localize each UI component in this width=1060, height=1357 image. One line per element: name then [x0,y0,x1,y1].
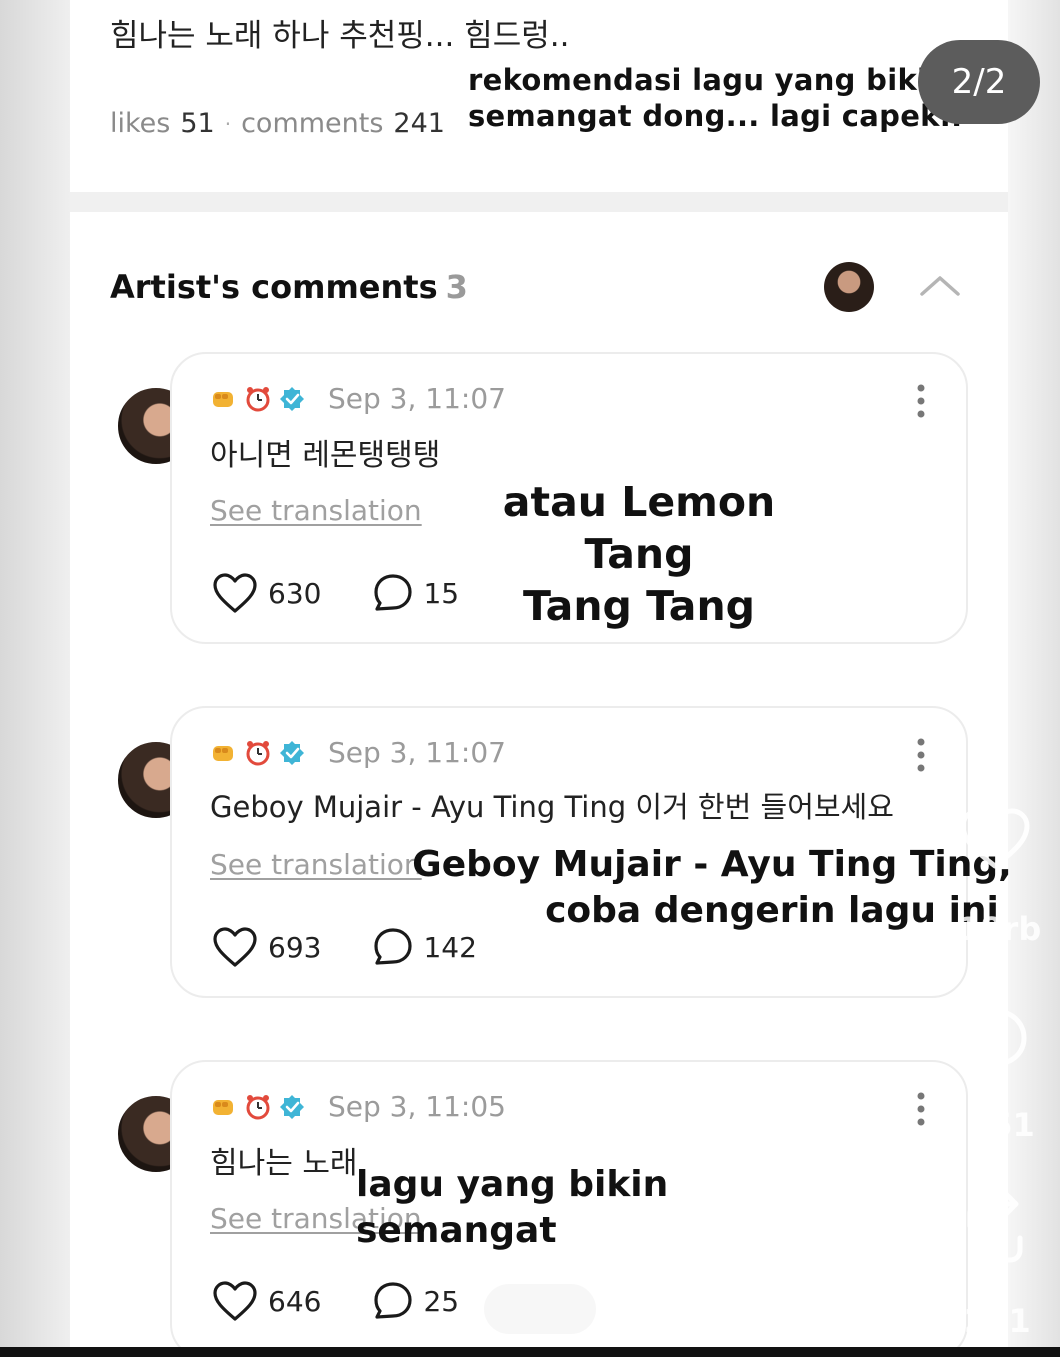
like-count: 630 [268,576,322,610]
side-share-count: 231 [964,1302,1031,1340]
reply-button[interactable]: 25 [373,1281,459,1321]
caption-line-2: semangat dong... lagi capek.. [468,99,963,133]
verified-badge-icon [280,1094,304,1119]
translation-overlay: lagu yang bikin semangat [356,1162,876,1254]
comment-text: 아니면 레몬탱탱탱 [210,438,441,473]
post-title: 힘나는 노래 하나 추천핑... 힘드렁.. [110,18,570,54]
heart-icon [213,573,257,613]
comment-meta: Sep 3, 11:07 [210,736,506,769]
comment-text: 힘나는 노래 [210,1146,358,1181]
like-count: 693 [268,930,322,964]
reply-count: 25 [423,1284,460,1318]
translation-overlay: atau Lemon Tang Tang Tang [446,476,832,632]
heart-icon[interactable] [958,806,1032,872]
likes-label: likes [110,108,171,139]
comments-label[interactable]: comments [241,108,383,139]
comment-date: Sep 3, 11:07 [328,382,506,415]
blurred-background-right [1008,0,1060,1357]
like-button[interactable]: 693 [212,926,321,968]
repost-icon[interactable] [958,1192,1032,1274]
side-comment-count: 151 [968,1106,1035,1144]
chevron-up-icon[interactable] [918,270,962,300]
blurred-pill [484,1284,596,1334]
comment-meta: Sep 3, 11:05 [210,1090,506,1123]
fist-badge-icon [213,391,233,407]
see-translation-link[interactable]: See translation [210,494,422,527]
more-vertical-icon[interactable] [916,738,926,772]
side-like-count: 18rb [958,910,1042,948]
fist-badge-icon [213,1099,233,1115]
comment-bubble-icon [374,574,413,611]
comment-meta: Sep 3, 11:07 [210,382,506,415]
page-indicator: 2/2 [918,40,1040,124]
section-title: Artist's comments 3 [110,268,468,306]
comment-date: Sep 3, 11:07 [328,736,506,769]
overlay-line-1: lagu yang bikin semangat [356,1164,669,1251]
translation-overlay: Geboy Mujair - Ayu Ting Ting, coba denge… [412,842,1012,934]
heart-icon [213,1281,257,1321]
more-vertical-icon[interactable] [916,1092,926,1126]
verified-badge-icon [280,740,304,765]
section-title-label: Artist's comments [110,268,438,306]
like-button[interactable]: 630 [212,572,321,614]
comment-bubble-icon [374,928,413,965]
overlay-line-2: coba dengerin lagu ini [545,890,999,931]
alarm-clock-badge-icon [246,740,270,765]
like-button[interactable]: 646 [212,1280,321,1322]
blurred-background-left [0,0,70,1357]
comment-actions: 646 25 [212,1280,459,1322]
overlay-line-2: Tang Tang [522,582,756,630]
bottom-bar [0,1347,1060,1357]
overlay-line-1: Geboy Mujair - Ayu Ting Ting, [412,844,1012,885]
verified-badge-icon [280,386,304,411]
translation-caption: rekomendasi lagu yang bikin semangat don… [468,62,962,134]
like-count: 646 [268,1284,322,1318]
comment-bubble-icon[interactable] [960,1006,1030,1072]
fist-badge-icon [213,745,233,761]
see-translation-link[interactable]: See translation [210,848,422,881]
alarm-clock-badge-icon [246,1094,270,1119]
comment-bubble-icon [374,1282,413,1319]
heart-icon [213,927,257,967]
section-count: 3 [445,268,468,306]
more-vertical-icon[interactable] [916,384,926,418]
reply-count: 142 [423,930,477,964]
section-divider [70,192,1008,212]
likes-count: 51 [180,108,215,139]
comment-actions: 630 15 [212,572,459,614]
comment-text: Geboy Mujair - Ayu Ting Ting 이거 한번 들어보세요 [210,790,894,824]
overlay-line-1: atau Lemon Tang [502,478,776,578]
comments-count[interactable]: 241 [393,108,445,139]
artist-avatar[interactable] [824,262,874,312]
caption-line-1: rekomendasi lagu yang bikin [468,63,949,97]
alarm-clock-badge-icon [246,386,270,411]
comment-date: Sep 3, 11:05 [328,1090,506,1123]
stats-separator: · [224,111,232,136]
post-stats: likes 51 · comments 241 [110,108,445,139]
